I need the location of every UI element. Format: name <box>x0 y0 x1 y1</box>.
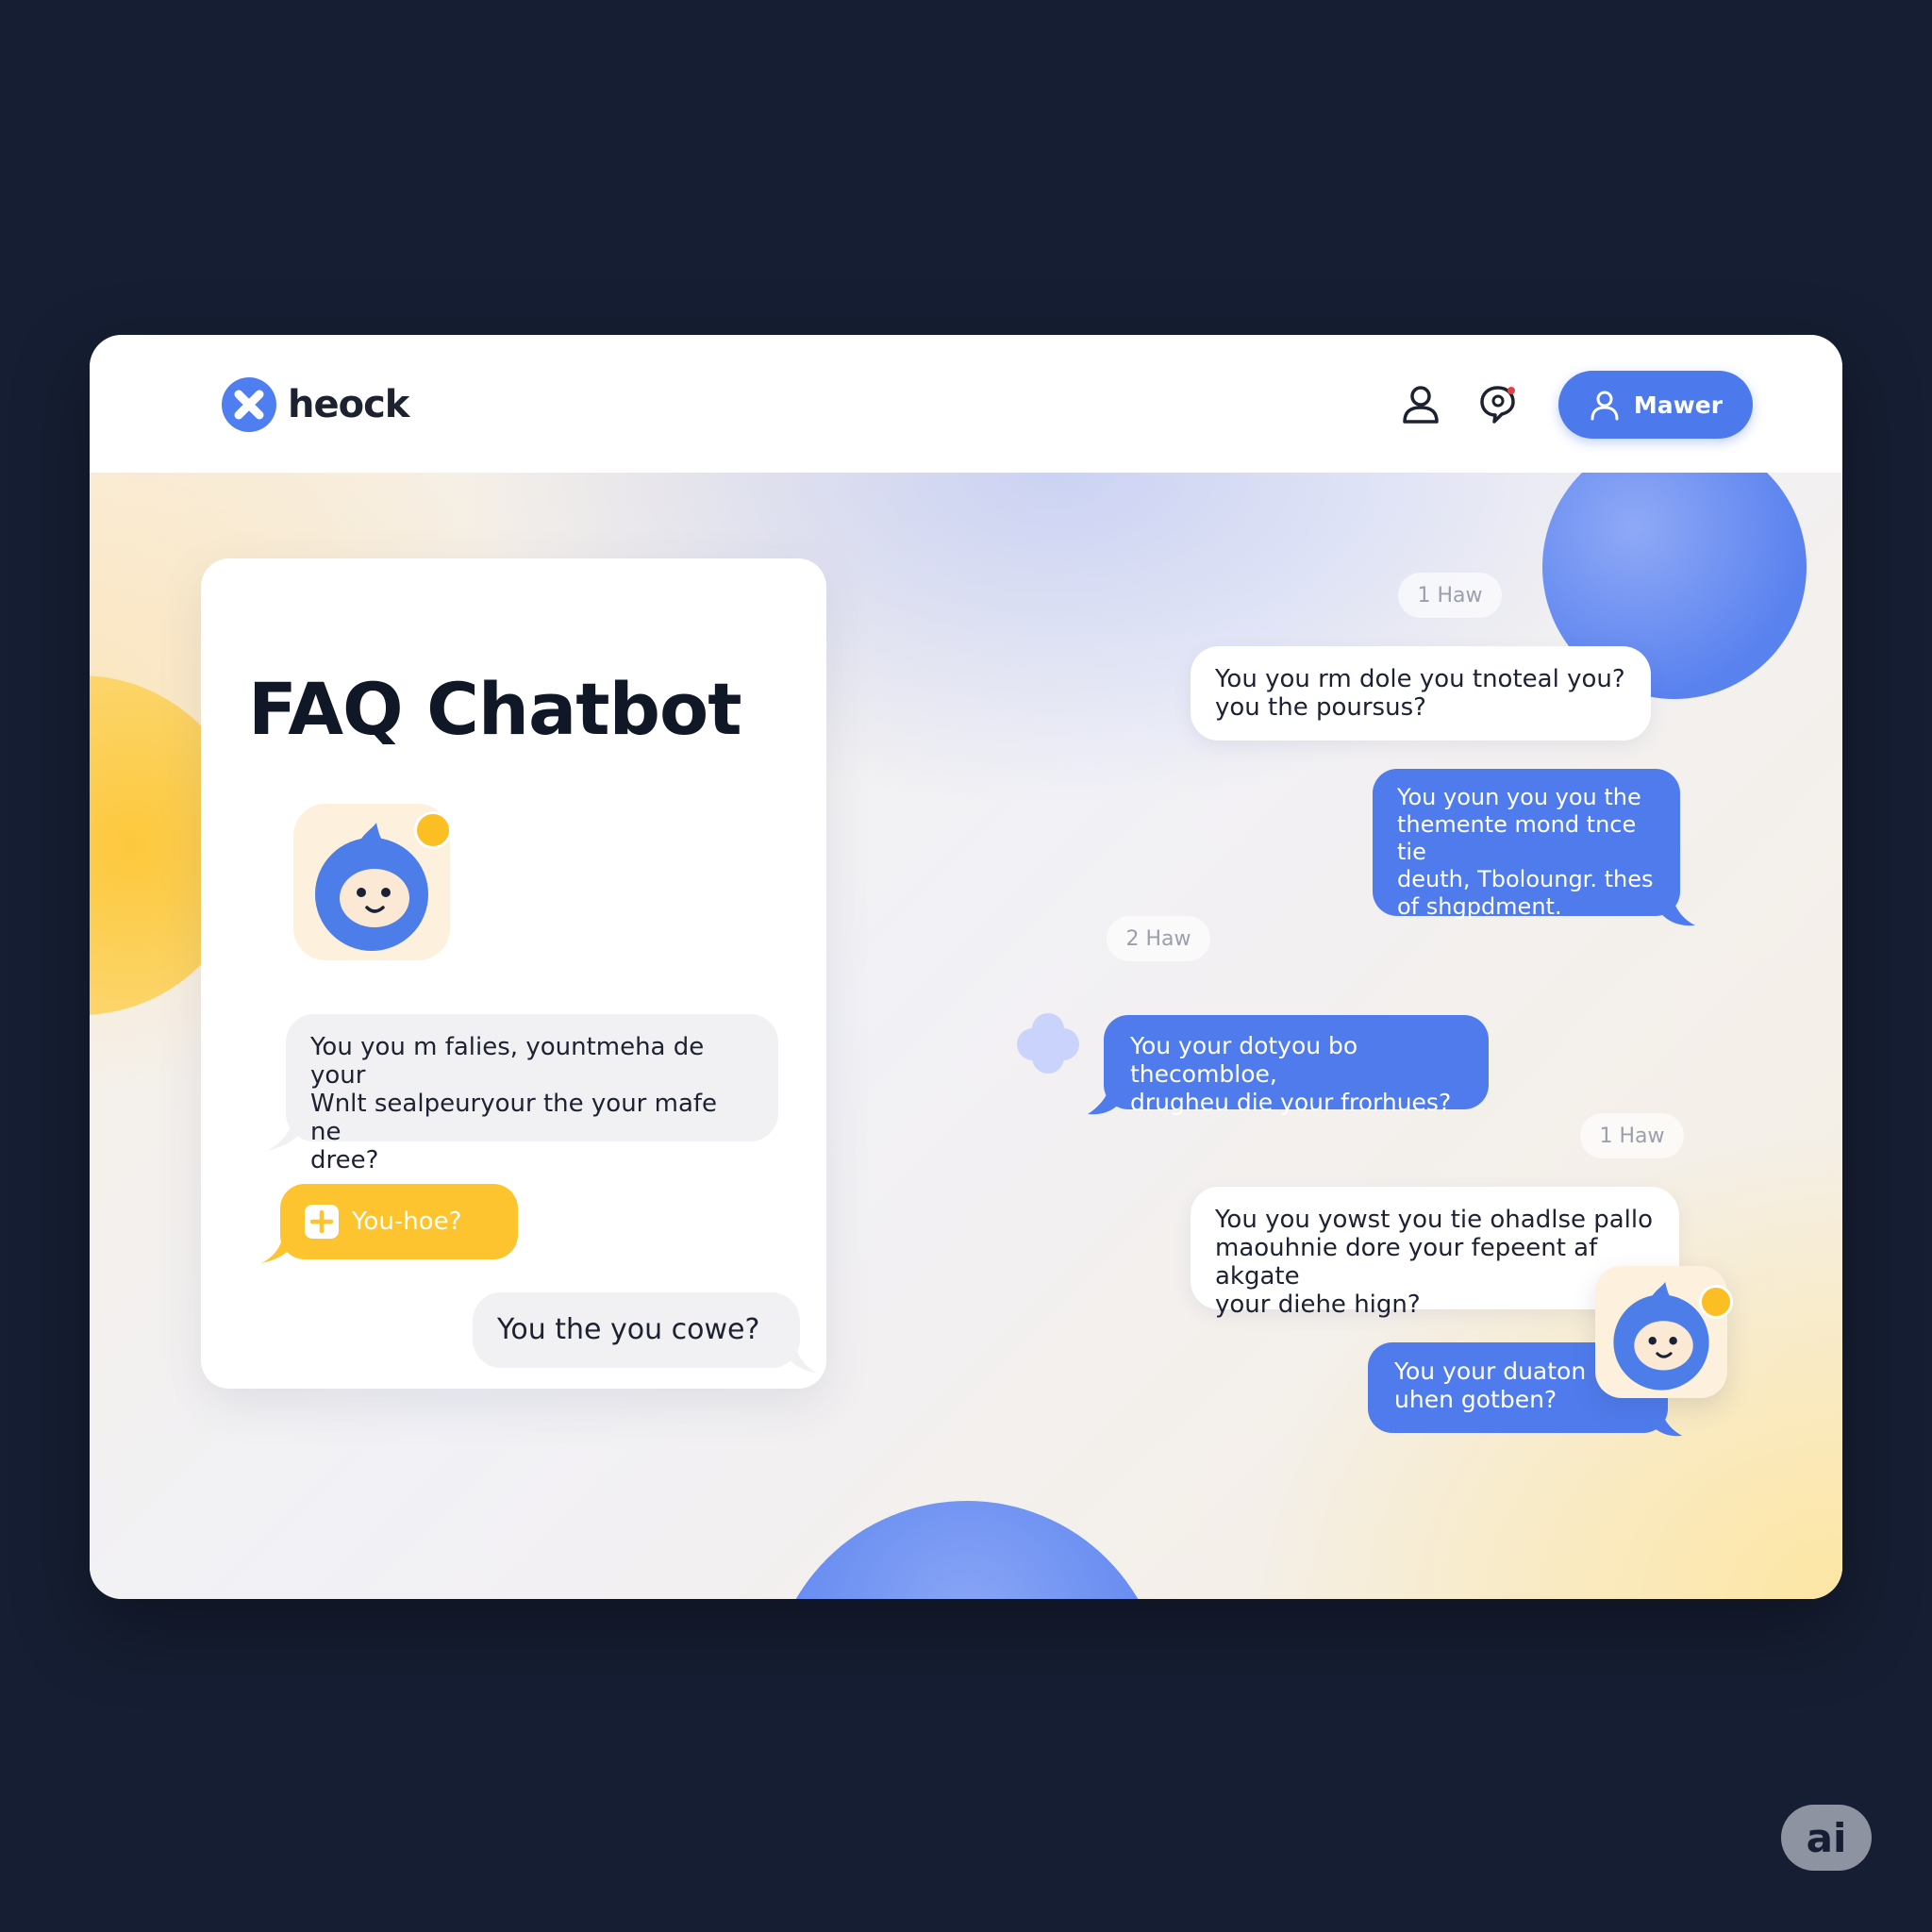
message-text: You you rm dole you tnoteal you? you the… <box>1215 665 1625 722</box>
chatbot-avatar-small <box>1595 1266 1733 1398</box>
message-text: You you yowst you tie ohadlse pallo maou… <box>1215 1206 1654 1319</box>
bubble-tail <box>1648 888 1695 926</box>
faq-card: FAQ Chatbot You you m falies, yountmeha … <box>201 558 826 1389</box>
top-navigation-bar: heock Mawer <box>90 335 1842 473</box>
user-icon[interactable] <box>1399 382 1442 425</box>
chat-workspace: FAQ Chatbot You you m falies, yountmeha … <box>90 473 1842 1599</box>
x-logo-icon <box>222 377 276 432</box>
decorative-blue-blob-bottom <box>769 1501 1165 1599</box>
brand-name: heock <box>288 383 409 426</box>
cloud-bot-icon <box>1017 1013 1079 1074</box>
bubble-tail <box>267 1115 305 1151</box>
message-text: You you m falies, yountmeha de your Wnlt… <box>310 1033 718 1174</box>
timestamp: 1 Haw <box>1398 573 1502 618</box>
chat-message-outgoing: You your dotyou bo thecombloe, drugheu d… <box>1104 1015 1489 1116</box>
message-text: You youn you you the themente mond tnce … <box>1397 784 1654 920</box>
app-window: heock Mawer FAQ Chatbot You you m falies… <box>90 335 1842 1599</box>
person-icon <box>1591 391 1619 421</box>
message-text: You the you cowe? <box>497 1313 760 1346</box>
message-text: You your dotyou bo thecombloe, drugheu d… <box>1130 1032 1452 1116</box>
page-title: FAQ Chatbot <box>248 667 742 751</box>
bubble-tail <box>1088 1076 1133 1115</box>
chat-notification-icon[interactable] <box>1476 382 1520 425</box>
brand[interactable]: heock <box>222 376 409 433</box>
chat-message-incoming: You you rm dole you tnoteal you? you the… <box>1191 646 1651 741</box>
chatbot-avatar <box>293 804 452 960</box>
manager-button-label: Mawer <box>1633 391 1724 419</box>
online-indicator <box>1699 1285 1733 1319</box>
chat-message-outgoing: You youn you you the themente mond tnce … <box>1373 769 1680 920</box>
bubble-tail <box>261 1231 295 1263</box>
user-message-bubble: You the you cowe? <box>473 1292 800 1368</box>
timestamp: 1 Haw <box>1580 1113 1684 1158</box>
ai-badge: ai <box>1781 1805 1872 1871</box>
online-indicator <box>414 811 452 849</box>
plus-icon <box>305 1205 339 1239</box>
timestamp: 2 Haw <box>1107 916 1210 961</box>
quick-reply-button[interactable]: You-hoe? <box>280 1184 518 1259</box>
bubble-tail <box>784 1341 818 1374</box>
bubble-tail <box>1639 1402 1682 1437</box>
bot-message-bubble: You you m falies, yountmeha de your Wnlt… <box>286 1014 778 1174</box>
quick-reply-label: You-hoe? <box>352 1208 462 1236</box>
manager-button[interactable]: Mawer <box>1558 371 1753 439</box>
